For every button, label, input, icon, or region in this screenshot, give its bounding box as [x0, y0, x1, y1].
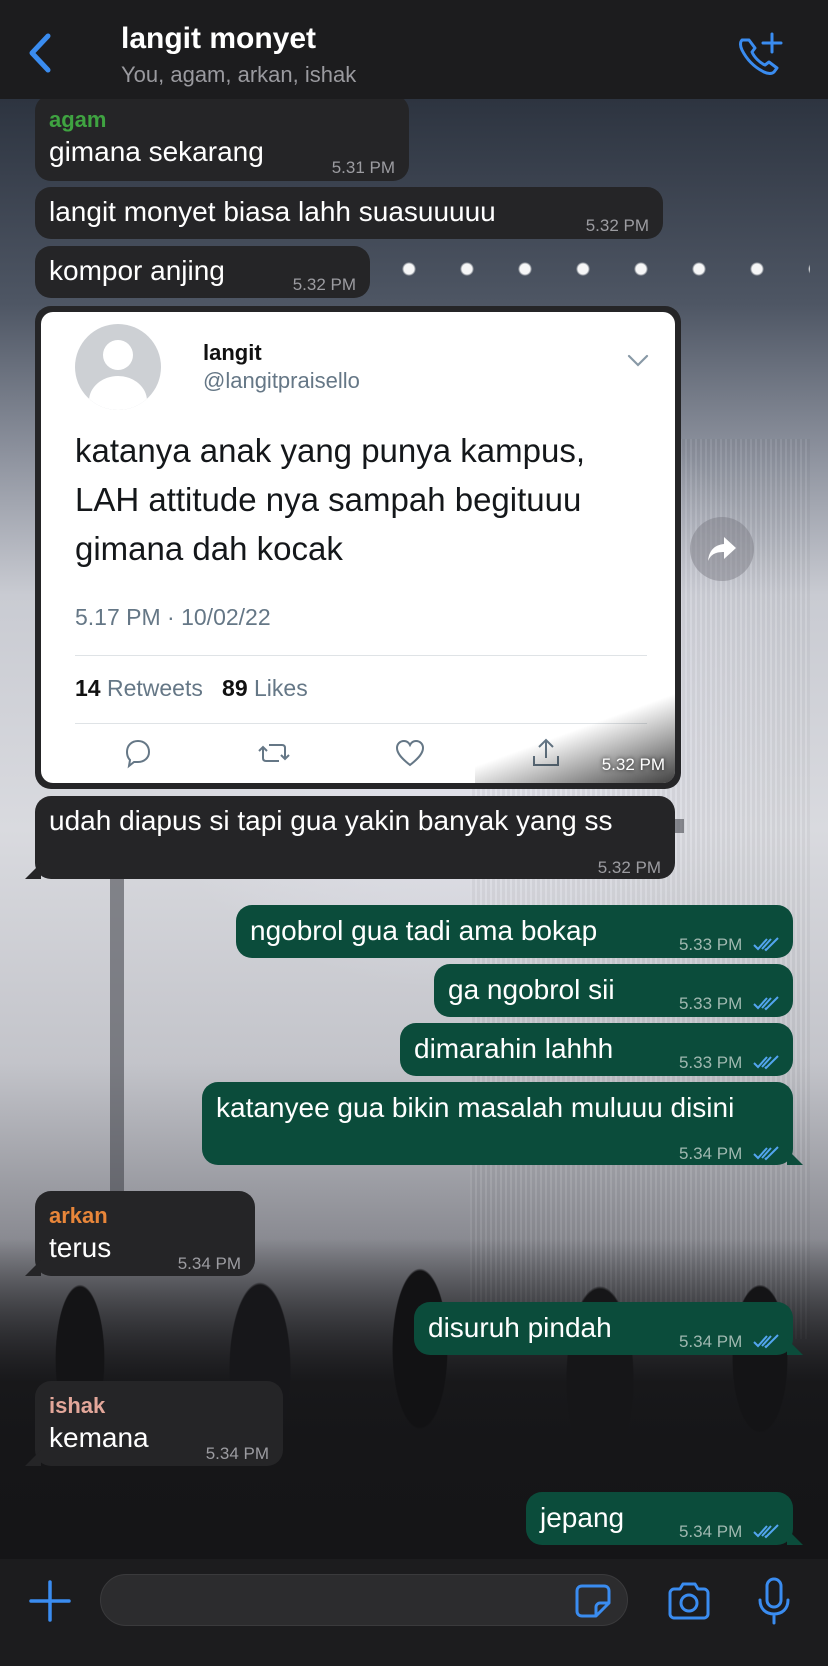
message-text: jepang — [540, 1502, 625, 1533]
group-title[interactable]: langit monyet — [121, 22, 316, 56]
mic-icon[interactable] — [757, 1576, 791, 1626]
stage-lights — [380, 249, 810, 289]
tweet-screenshot[interactable]: langit @langitpraisello katanya anak yan… — [41, 312, 675, 783]
message-bubble-outgoing[interactable]: ga ngobrol sii 5.33 PM — [434, 964, 793, 1017]
tweet-text: katanya anak yang punya kampus, LAH atti… — [75, 432, 586, 567]
likes-count: 89 — [222, 675, 248, 701]
message-text: dimarahin lahhh — [414, 1033, 614, 1064]
tweet-date: 5.17 PM · 10/02/22 — [75, 604, 271, 630]
read-ticks-icon — [753, 1524, 779, 1539]
sticker-icon[interactable] — [574, 1583, 612, 1619]
message-time: 5.34 PM — [205, 1444, 269, 1463]
retweets-label: Retweets — [106, 675, 203, 701]
message-time: 5.32 PM — [601, 755, 665, 774]
likes-label: Likes — [254, 675, 308, 701]
message-text: udah diapus si tapi gua yakin banyak yan… — [49, 805, 613, 836]
message-bubble-outgoing[interactable]: jepang 5.34 PM — [526, 1492, 803, 1545]
message-time: 5.31 PM — [331, 158, 395, 177]
message-time: 5.33 PM — [679, 1046, 779, 1080]
message-text: ngobrol gua tadi ama bokap — [250, 915, 598, 946]
message-text: gimana sekarang — [49, 136, 264, 167]
sender-name: arkan — [49, 1203, 108, 1228]
time-label: 5.34 PM — [678, 1332, 743, 1351]
chevron-left-icon[interactable] — [20, 28, 60, 78]
like-icon — [395, 739, 425, 767]
time-label: 5.33 PM — [678, 994, 743, 1013]
retweets-count: 14 — [75, 675, 101, 701]
camera-icon[interactable] — [666, 1581, 712, 1621]
plus-icon[interactable] — [28, 1579, 72, 1623]
read-ticks-icon — [753, 1146, 779, 1161]
message-text: ga ngobrol sii — [448, 974, 615, 1005]
sender-name: ishak — [49, 1393, 106, 1418]
message-composer — [0, 1559, 828, 1666]
message-text: terus — [49, 1232, 112, 1263]
add-call-icon[interactable] — [732, 30, 786, 80]
message-bubble-outgoing[interactable]: ngobrol gua tadi ama bokap 5.33 PM — [236, 905, 793, 958]
sender-name: agam — [49, 107, 107, 132]
message-bubble-incoming[interactable]: agam gimana sekarang 5.31 PM — [35, 95, 409, 181]
message-time: 5.32 PM — [292, 275, 356, 294]
read-ticks-icon — [753, 1055, 779, 1070]
message-text: langit monyet biasa lahh suasuuuuu — [49, 196, 496, 227]
image-message[interactable]: langit @langitpraisello katanya anak yan… — [35, 306, 681, 789]
message-time: 5.33 PM — [679, 987, 779, 1021]
message-time: 5.34 PM — [679, 1137, 779, 1171]
message-bubble-incoming[interactable]: langit monyet biasa lahh suasuuuuu 5.32 … — [35, 187, 663, 239]
time-label: 5.33 PM — [678, 1053, 743, 1072]
time-label: 5.34 PM — [678, 1144, 743, 1163]
time-label: 5.33 PM — [678, 935, 743, 954]
message-text: disuruh pindah — [428, 1312, 612, 1343]
message-time: 5.34 PM — [679, 1515, 779, 1549]
message-time: 5.32 PM — [597, 858, 661, 877]
read-ticks-icon — [753, 937, 779, 952]
tweet-author-name: langit — [203, 340, 262, 365]
message-time: 5.34 PM — [679, 1325, 779, 1359]
message-time: 5.34 PM — [177, 1254, 241, 1273]
reply-icon — [125, 739, 151, 769]
forward-icon — [708, 537, 736, 561]
message-text: kemana — [49, 1422, 149, 1453]
time-label: 5.34 PM — [678, 1522, 743, 1541]
chat-header: langit monyet You, agam, arkan, ishak — [0, 0, 828, 99]
message-input[interactable] — [100, 1574, 628, 1626]
message-bubble-incoming[interactable]: kompor anjing 5.32 PM — [35, 246, 370, 298]
forward-button[interactable] — [690, 517, 754, 581]
read-ticks-icon — [753, 996, 779, 1011]
message-bubble-incoming[interactable]: ishak kemana 5.34 PM — [25, 1381, 283, 1466]
tweet-stats: 14 Retweets 89 Likes — [75, 675, 308, 702]
retweet-icon — [258, 744, 290, 762]
tweet-avatar — [75, 324, 161, 410]
message-bubble-outgoing[interactable]: dimarahin lahhh 5.33 PM — [400, 1023, 793, 1076]
divider — [75, 655, 647, 656]
message-text: katanyee gua bikin masalah muluuu disini — [216, 1092, 735, 1123]
message-bubble-incoming[interactable]: udah diapus si tapi gua yakin banyak yan… — [25, 796, 675, 879]
message-bubble-incoming[interactable]: arkan terus 5.34 PM — [25, 1191, 255, 1276]
read-ticks-icon — [753, 1334, 779, 1349]
message-text: kompor anjing — [49, 255, 225, 286]
message-time: 5.32 PM — [585, 216, 649, 235]
chevron-down-icon — [627, 354, 649, 367]
tweet-author-handle: @langitpraisello — [203, 368, 360, 393]
message-bubble-outgoing[interactable]: disuruh pindah 5.34 PM — [414, 1302, 803, 1355]
group-members[interactable]: You, agam, arkan, ishak — [121, 62, 356, 88]
message-bubble-outgoing[interactable]: katanyee gua bikin masalah muluuu disini… — [202, 1082, 803, 1165]
message-time: 5.33 PM — [679, 928, 779, 962]
